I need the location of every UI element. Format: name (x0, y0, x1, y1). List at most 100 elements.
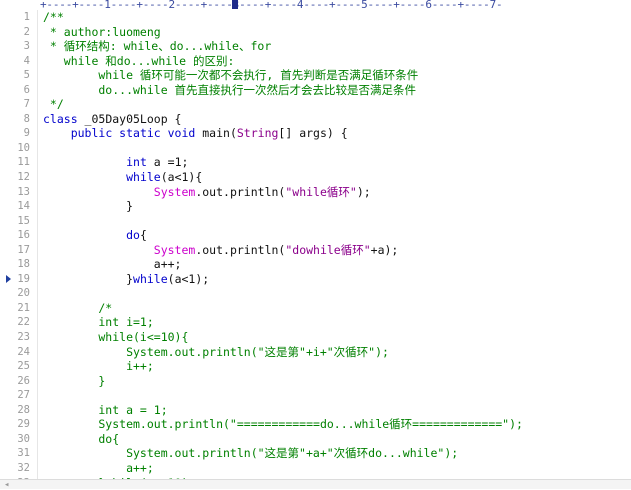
line-number: 17 (17, 243, 30, 256)
code-text[interactable]: System.out.println("这是第"+a+"次循环do...whil… (43, 446, 458, 461)
code-token: System.out.println("============do...whi… (43, 417, 523, 432)
code-text[interactable]: while(i<=10){ (43, 330, 188, 345)
code-line[interactable]: 19 }while(a<1); (0, 272, 631, 287)
code-line[interactable]: 12 while(a<1){ (0, 170, 631, 185)
code-text[interactable]: System.out.println("while循环"); (43, 185, 371, 200)
code-token: int i=1; (43, 315, 154, 330)
code-text[interactable]: /* (43, 301, 112, 316)
code-token: a =1; (146, 155, 189, 170)
code-text[interactable]: a++; (43, 461, 154, 476)
code-line[interactable]: 25 i++; (0, 359, 631, 374)
code-line[interactable]: 8 class _05Day05Loop { (0, 112, 631, 127)
code-text[interactable]: while 循环可能一次都不会执行, 首先判断是否满足循环条件 (43, 68, 418, 83)
ruler-cursor-marker (232, 0, 238, 9)
code-text[interactable]: } (43, 374, 105, 389)
code-text[interactable]: i++; (43, 359, 154, 374)
line-number: 14 (17, 200, 30, 213)
code-line[interactable]: 21 /* (0, 301, 631, 316)
line-number: 3 (23, 40, 30, 53)
code-token: "while循环" (285, 184, 357, 199)
line-number: 5 (23, 69, 30, 82)
horizontal-scrollbar[interactable]: ◂ (0, 479, 631, 490)
code-text[interactable]: System.out.println("============do...whi… (43, 417, 523, 432)
code-token: } (43, 199, 134, 214)
code-token: .out.println( (195, 242, 286, 257)
code-line[interactable]: 2 * author:luomeng (0, 25, 631, 40)
line-number: 1 (23, 11, 30, 23)
code-text[interactable]: while 和do...while 的区别: (43, 53, 235, 69)
code-token: { (139, 228, 147, 243)
code-line[interactable]: 11 int a =1; (0, 155, 631, 170)
code-line[interactable]: 30 do{ (0, 432, 631, 447)
code-text[interactable]: } (43, 199, 133, 214)
code-line[interactable]: 7 */ (0, 97, 631, 112)
line-number: 10 (17, 141, 30, 154)
code-token: _05Day05Loop { (77, 111, 182, 126)
line-number: 8 (23, 112, 30, 125)
code-line[interactable]: 17 System.out.println("dowhile循环"+a); (0, 243, 631, 258)
code-line[interactable]: 15 (0, 214, 631, 229)
code-text[interactable]: int a =1; (43, 155, 188, 170)
code-text[interactable]: }while(a<1); (43, 272, 209, 287)
code-line[interactable]: 6 do...while 首先直接执行一次然后才会去比较是否满足条件 (0, 83, 631, 98)
code-line[interactable]: 28 int a = 1; (0, 403, 631, 418)
code-token: +a); (370, 242, 399, 257)
code-line[interactable]: 18 a++; (0, 257, 631, 272)
code-line[interactable]: 3 * 循环结构: while、do...while、for (0, 39, 631, 54)
code-token: public static void (70, 126, 196, 141)
code-line[interactable]: 4 while 和do...while 的区别: (0, 54, 631, 69)
scroll-left-arrow-icon[interactable]: ◂ (4, 481, 9, 490)
line-number: 15 (17, 214, 30, 227)
line-number: 16 (17, 229, 30, 242)
code-line[interactable]: 27 (0, 388, 631, 403)
line-number: 18 (17, 258, 30, 271)
code-line[interactable]: 13 System.out.println("while循环"); (0, 185, 631, 200)
code-text[interactable]: System.out.println("这是第"+i+"次循环"); (43, 345, 389, 360)
line-number: 12 (17, 171, 30, 184)
code-line[interactable]: 1 /** (0, 10, 631, 25)
code-token: while (133, 271, 168, 286)
code-line[interactable]: 5 while 循环可能一次都不会执行, 首先判断是否满足循环条件 (0, 68, 631, 83)
code-text[interactable]: int a = 1; (43, 403, 167, 418)
line-number: 19 (17, 272, 30, 285)
line-number: 31 (17, 447, 30, 460)
code-line[interactable]: 10 (0, 141, 631, 156)
code-line[interactable]: 32 a++; (0, 461, 631, 476)
line-number: 7 (23, 98, 30, 111)
code-line[interactable]: 9 public static void main(String[] args)… (0, 126, 631, 141)
code-line[interactable]: 26 } (0, 374, 631, 389)
code-text[interactable]: * author:luomeng (43, 25, 161, 40)
code-text[interactable]: public static void main(String[] args) { (43, 126, 348, 141)
code-text[interactable]: * 循环结构: while、do...while、for (43, 39, 271, 54)
code-token: while(i<=10){ (43, 330, 189, 345)
code-line[interactable]: 24 System.out.println("这是第"+i+"次循环"); (0, 345, 631, 360)
code-line[interactable]: 14 } (0, 199, 631, 214)
code-token: /** (43, 10, 64, 24)
code-token: i++; (43, 359, 154, 374)
code-line[interactable]: 20 (0, 286, 631, 301)
code-line[interactable]: 31 System.out.println("这是第"+a+"次循环do...w… (0, 446, 631, 461)
code-token: .out.println( (195, 184, 286, 199)
code-token: while 和do...while 的区别: (43, 53, 235, 68)
code-token: } (43, 271, 134, 286)
code-text[interactable]: System.out.println("dowhile循环"+a); (43, 242, 399, 258)
code-token: main( (195, 126, 237, 141)
code-text[interactable]: class _05Day05Loop { (43, 112, 181, 127)
code-editor[interactable]: 1 /** 2 * author:luomeng 3 * 循环结构: while、do… (0, 10, 631, 479)
code-text[interactable]: int i=1; (43, 315, 154, 330)
code-text[interactable]: do{ (43, 228, 147, 243)
code-line[interactable]: 29 System.out.println("============do...… (0, 417, 631, 432)
code-text[interactable]: do{ (43, 432, 119, 447)
code-line[interactable]: 16 do{ (0, 228, 631, 243)
code-text[interactable]: */ (43, 97, 64, 112)
code-text[interactable]: do...while 首先直接执行一次然后才会去比较是否满足条件 (43, 83, 416, 98)
code-line[interactable]: 22 int i=1; (0, 315, 631, 330)
gutter-separator (37, 10, 38, 479)
code-text[interactable]: /** (43, 10, 64, 25)
code-line[interactable]: 23 while(i<=10){ (0, 330, 631, 345)
column-ruler: +----+----1----+----2----+----3----+----… (0, 0, 631, 10)
code-text[interactable]: while(a<1){ (43, 170, 202, 185)
code-text[interactable]: a++; (43, 257, 182, 272)
